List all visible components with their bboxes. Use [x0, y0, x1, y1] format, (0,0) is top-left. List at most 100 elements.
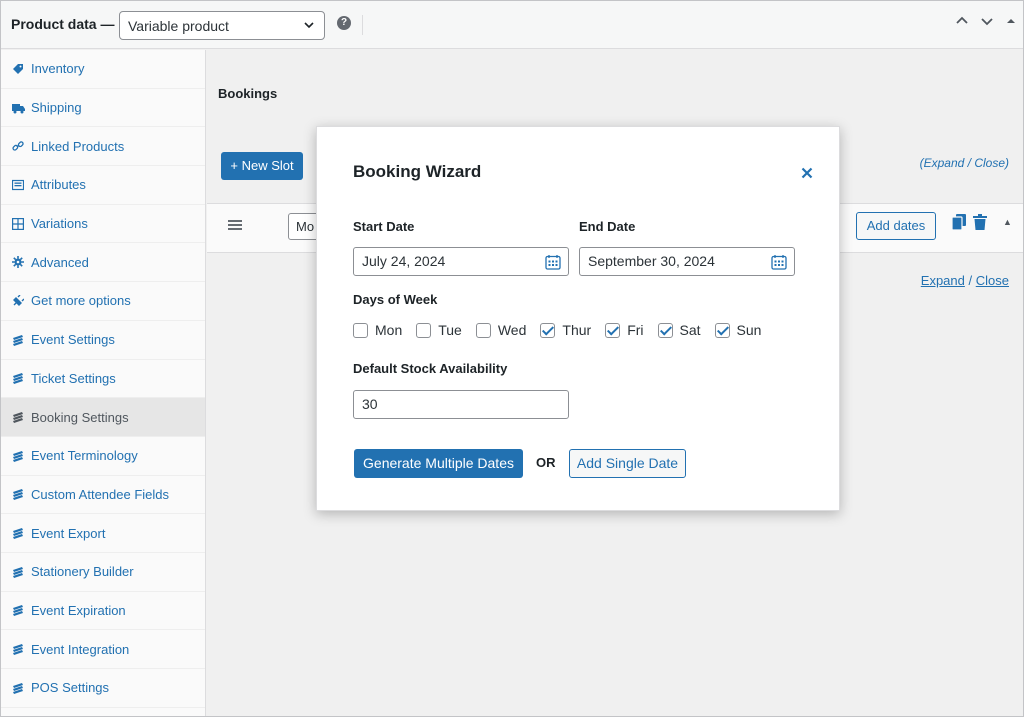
sidebar-item-label: Event Terminology [31, 448, 138, 464]
stack-icon [11, 449, 25, 463]
new-slot-button[interactable]: + New Slot [221, 152, 303, 180]
stack-icon [11, 565, 25, 579]
caret-up-icon[interactable]: ▲ [1003, 217, 1012, 227]
day-label: Fri [627, 322, 644, 338]
sidebar-item-pos-settings[interactable]: POS Settings [1, 669, 205, 708]
sidebar-item-event-terminology[interactable]: Event Terminology [1, 437, 205, 476]
day-mon[interactable]: Mon [353, 322, 402, 338]
stack-icon [11, 333, 25, 347]
truck-icon [11, 101, 25, 115]
sidebar-item-linked-products[interactable]: Linked Products [1, 127, 205, 167]
day-thur[interactable]: Thur [540, 322, 591, 338]
day-label: Tue [438, 322, 462, 338]
sidebar-item-inventory[interactable]: Inventory [1, 50, 205, 89]
sidebar-item-label: POS Settings [31, 680, 110, 696]
header-divider [362, 15, 363, 35]
sidebar-item-advanced[interactable]: Advanced [1, 243, 205, 283]
days-of-week-group: Mon Tue Wed Thur Fri Sat Sun [353, 322, 775, 338]
chevron-up-icon[interactable] [952, 14, 972, 34]
end-date-label: End Date [579, 219, 636, 234]
day-checkbox[interactable] [605, 322, 621, 338]
close-link[interactable]: Close [976, 273, 1009, 288]
sidebar-item-variations[interactable]: Variations [1, 205, 205, 244]
day-fri[interactable]: Fri [605, 322, 644, 338]
day-sun[interactable]: Sun [714, 322, 762, 338]
end-date-field[interactable]: September 30, 2024 [579, 247, 795, 276]
day-checkbox[interactable] [353, 322, 368, 338]
sidebar-item-label: Event Expiration [31, 602, 126, 618]
copy-icon[interactable] [951, 214, 966, 233]
day-label: Wed [497, 322, 527, 338]
modal-title: Booking Wizard [353, 162, 482, 181]
day-checkbox[interactable] [475, 322, 491, 338]
section-title: Bookings [218, 86, 278, 101]
sidebar-item-stationery-builder[interactable]: Stationery Builder [1, 553, 205, 592]
sidebar-item-event-expiration[interactable]: Event Expiration [1, 592, 205, 631]
sidebar-item-label: Booking Settings [31, 409, 129, 425]
day-label: Mon [375, 322, 403, 338]
sidebar-item-label: Variations [31, 216, 88, 232]
expand-link[interactable]: Expand [921, 273, 965, 288]
sidebar-item-ticket-settings[interactable]: Ticket Settings [1, 360, 205, 399]
calendar-icon[interactable] [545, 254, 561, 273]
product-type-value: Variable product [128, 18, 229, 34]
sidebar-item-label: Linked Products [31, 138, 125, 154]
day-label: Thur [562, 322, 592, 338]
days-of-week-label: Days of Week [353, 292, 438, 307]
add-single-date-button[interactable]: Add Single Date [569, 449, 686, 478]
stack-icon [11, 487, 25, 501]
sidebar-item-get-more-options[interactable]: Get more options [1, 282, 205, 321]
start-date-field[interactable]: July 24, 2024 [353, 247, 569, 276]
add-dates-button[interactable]: Add dates [856, 212, 936, 240]
stock-field[interactable]: 30 [353, 390, 569, 419]
product-data-tabs: Inventory Shipping Linked Products Attri… [1, 50, 206, 716]
expand-close-toggle[interactable]: (Expand / Close) [920, 156, 1009, 170]
generate-multiple-dates-button[interactable]: Generate Multiple Dates [354, 449, 523, 478]
link-icon [11, 139, 25, 153]
expand-close-links: Expand / Close [921, 273, 1009, 288]
chevron-down-icon[interactable] [977, 14, 997, 34]
product-type-select[interactable]: Variable product [119, 11, 325, 40]
day-sat[interactable]: Sat [657, 322, 701, 338]
day-checkbox[interactable] [416, 322, 432, 338]
sidebar-item-event-settings[interactable]: Event Settings [1, 321, 205, 360]
sidebar-item-label: Event Integration [31, 641, 130, 657]
sidebar-item-label: Shipping [31, 100, 82, 116]
day-wed[interactable]: Wed [475, 322, 527, 338]
day-label: Sat [679, 322, 701, 338]
day-checkbox[interactable] [657, 322, 673, 338]
sidebar-item-label: Get more options [31, 293, 131, 309]
day-tue[interactable]: Tue [416, 322, 462, 338]
list-icon [11, 178, 25, 192]
sidebar-item-label: Stationery Builder [31, 564, 134, 580]
start-date-label: Start Date [353, 219, 415, 234]
stock-label: Default Stock Availability [353, 361, 508, 376]
chevron-down-icon [302, 18, 316, 35]
sidebar-item-label: Custom Attendee Fields [31, 486, 170, 502]
sidebar-item-shipping[interactable]: Shipping [1, 89, 205, 128]
sidebar-item-attributes[interactable]: Attributes [1, 166, 205, 205]
trash-icon[interactable] [973, 214, 987, 233]
product-data-header: Product data — Variable product ? [1, 1, 1023, 49]
day-label: Sun [736, 322, 762, 338]
day-checkbox[interactable] [714, 322, 730, 338]
question-circle-icon[interactable]: ? [337, 16, 351, 30]
plugin-icon [11, 294, 25, 308]
collapse-caret-icon[interactable] [1001, 14, 1021, 34]
stack-icon [11, 681, 25, 695]
booking-wizard-modal: Booking Wizard Start Date July 24, 2024 … [316, 126, 840, 511]
stack-icon [11, 371, 25, 385]
sidebar-item-label: Ticket Settings [31, 370, 116, 386]
sidebar-item-event-export[interactable]: Event Export [1, 514, 205, 553]
end-date-value: September 30, 2024 [588, 253, 715, 269]
sidebar-item-label: Attributes [31, 177, 86, 193]
sidebar-item-label: Event Settings [31, 332, 115, 348]
tag-icon [11, 62, 25, 76]
calendar-icon[interactable] [771, 254, 787, 273]
sidebar-item-custom-attendee-fields[interactable]: Custom Attendee Fields [1, 476, 205, 515]
sidebar-item-booking-settings[interactable]: Booking Settings [1, 398, 205, 437]
drag-handle-icon[interactable] [227, 216, 243, 237]
day-checkbox[interactable] [540, 322, 556, 338]
sidebar-item-event-integration[interactable]: Event Integration [1, 630, 205, 669]
close-icon[interactable] [801, 163, 813, 184]
